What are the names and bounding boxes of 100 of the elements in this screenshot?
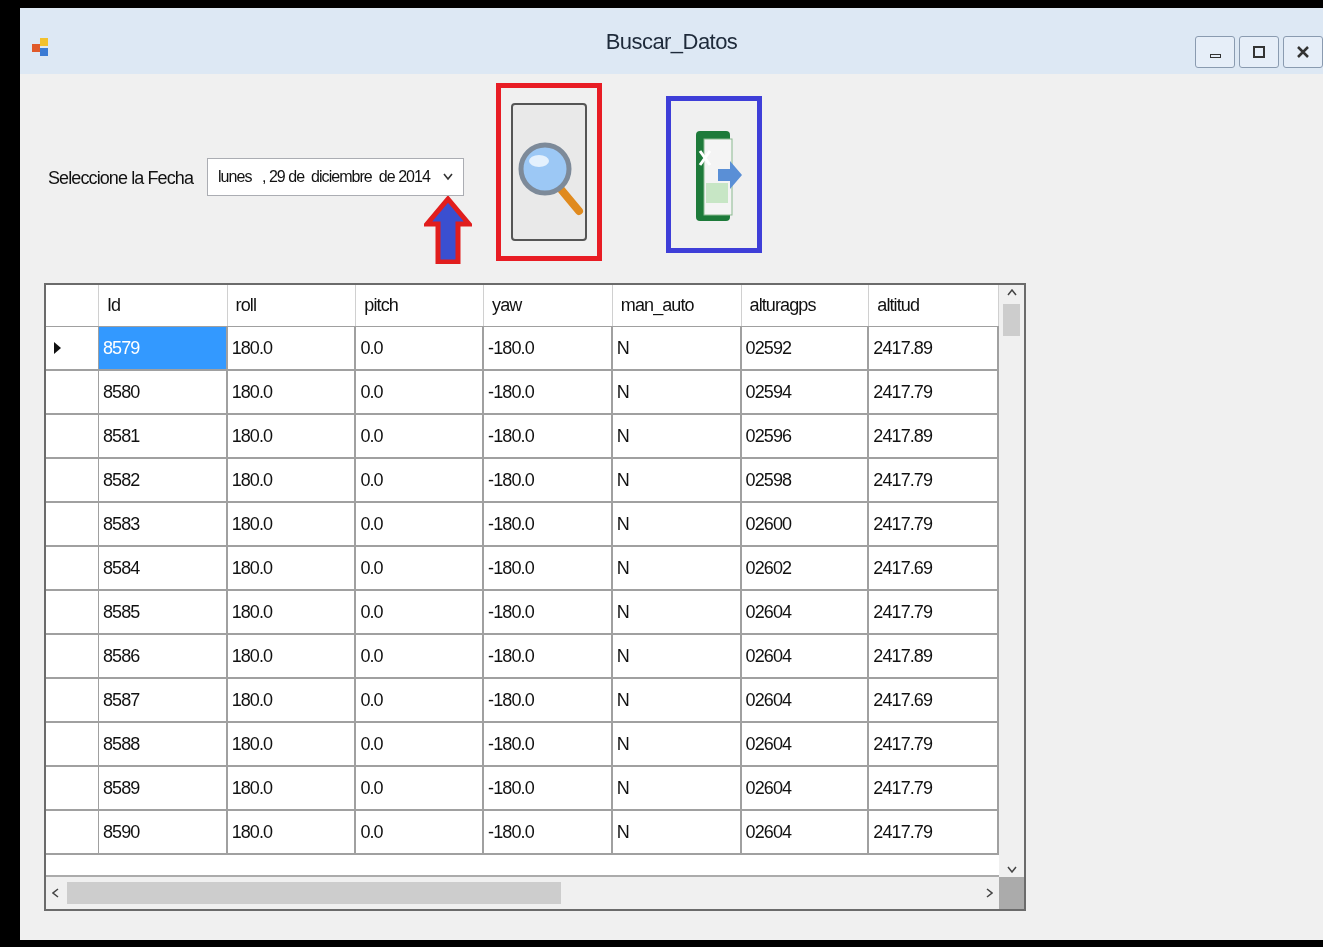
table-cell: 180.0	[227, 767, 357, 809]
column-header[interactable]: alturagps	[741, 285, 870, 326]
date-label: Seleccione la Fecha	[48, 167, 193, 190]
table-cell: 8588	[98, 723, 228, 765]
table-cell: -180.0	[484, 371, 613, 413]
current-row-icon	[54, 342, 61, 354]
horizontal-scrollbar[interactable]	[46, 877, 999, 909]
table-cell: N	[612, 327, 742, 369]
table-cell: N	[612, 635, 742, 677]
table-cell: -180.0	[484, 723, 613, 765]
table-cell: N	[612, 679, 742, 721]
scroll-left-icon	[52, 888, 59, 898]
table-cell: 180.0	[227, 459, 357, 501]
table-cell: 02604	[741, 767, 870, 809]
table-cell: 8584	[98, 547, 228, 589]
minimize-button[interactable]	[1195, 36, 1235, 68]
table-cell: N	[612, 723, 742, 765]
table-cell: 180.0	[227, 327, 357, 369]
column-header[interactable]: yaw	[484, 285, 613, 326]
table-cell: 8581	[98, 415, 228, 457]
table-cell: 180.0	[227, 371, 357, 413]
table-cell: -180.0	[484, 327, 613, 369]
column-header[interactable]: pitch	[356, 285, 485, 326]
table-cell: 180.0	[227, 811, 357, 853]
table-cell: 02602	[741, 547, 870, 589]
table-cell: 0.0	[356, 767, 485, 809]
table-cell: 0.0	[356, 503, 485, 545]
minimize-icon	[1209, 54, 1221, 58]
table-cell: 180.0	[227, 679, 357, 721]
search-button[interactable]	[511, 103, 587, 241]
table-cell: 02604	[741, 811, 870, 853]
table-cell: 8590	[98, 811, 228, 853]
table-cell: 0.0	[356, 547, 485, 589]
table-cell: 02594	[741, 371, 870, 413]
maximize-button[interactable]	[1239, 36, 1279, 68]
table-cell: 02604	[741, 679, 870, 721]
app-icon	[32, 38, 50, 58]
close-button[interactable]	[1283, 36, 1323, 68]
table-cell: N	[612, 459, 742, 501]
scroll-up-icon	[1006, 289, 1017, 296]
up-arrow-icon	[424, 196, 472, 264]
scroll-thumb[interactable]	[67, 882, 561, 904]
dropdown-caret-icon	[443, 173, 453, 181]
vertical-scrollbar[interactable]	[999, 285, 1024, 877]
table-cell: 180.0	[227, 415, 357, 457]
table-cell: 8580	[98, 371, 228, 413]
table-cell: 0.0	[356, 327, 485, 369]
table-cell: 8589	[98, 767, 228, 809]
window-title: Buscar_Datos	[605, 27, 738, 56]
table-cell: 8582	[98, 459, 228, 501]
close-icon	[1297, 46, 1309, 58]
table-cell: -180.0	[484, 503, 613, 545]
table-cell: N	[612, 767, 742, 809]
table-cell: -180.0	[484, 811, 613, 853]
table-cell: -180.0	[484, 459, 613, 501]
table-cell: 180.0	[227, 503, 357, 545]
column-header[interactable]: Id	[98, 285, 228, 326]
table-cell: 0.0	[356, 591, 485, 633]
table-cell: -180.0	[484, 415, 613, 457]
table-cell: N	[612, 547, 742, 589]
table-cell: -180.0	[484, 547, 613, 589]
table-cell: N	[612, 371, 742, 413]
table-cell: N	[612, 503, 742, 545]
scroll-down-icon	[1006, 866, 1017, 873]
table-cell: 02592	[741, 327, 870, 369]
table-cell: 02596	[741, 415, 870, 457]
table-cell: 02600	[741, 503, 870, 545]
table-cell: N	[612, 811, 742, 853]
table-cell: N	[612, 415, 742, 457]
table-cell: 0.0	[356, 371, 485, 413]
table-cell: 8583	[98, 503, 228, 545]
table-cell: 02604	[741, 635, 870, 677]
table-cell: 8579	[98, 327, 228, 369]
table-cell: 0.0	[356, 723, 485, 765]
table-cell: -180.0	[484, 679, 613, 721]
table-cell: 8587	[98, 679, 228, 721]
table-cell: -180.0	[484, 635, 613, 677]
maximize-icon	[1253, 46, 1265, 58]
table-cell: N	[612, 591, 742, 633]
table-cell: 0.0	[356, 415, 485, 457]
column-header[interactable]: roll	[227, 285, 357, 326]
table-cell: 180.0	[227, 635, 357, 677]
column-header[interactable]: man_auto	[612, 285, 742, 326]
table-cell: 0.0	[356, 811, 485, 853]
table-cell: 02604	[741, 591, 870, 633]
table-cell: 0.0	[356, 459, 485, 501]
table-cell: 180.0	[227, 723, 357, 765]
table-cell: 180.0	[227, 591, 357, 633]
table-cell: -180.0	[484, 591, 613, 633]
table-cell: 02604	[741, 723, 870, 765]
table-cell: 02598	[741, 459, 870, 501]
table-cell: 8585	[98, 591, 228, 633]
table-cell: 0.0	[356, 635, 485, 677]
table-cell: 8586	[98, 635, 228, 677]
table-cell: 0.0	[356, 679, 485, 721]
scroll-thumb[interactable]	[1003, 304, 1020, 336]
table-cell: 180.0	[227, 547, 357, 589]
date-picker[interactable]: lunes , 29 de diciembre de 2014	[207, 158, 464, 196]
table-cell: -180.0	[484, 767, 613, 809]
scroll-right-icon	[986, 888, 993, 898]
